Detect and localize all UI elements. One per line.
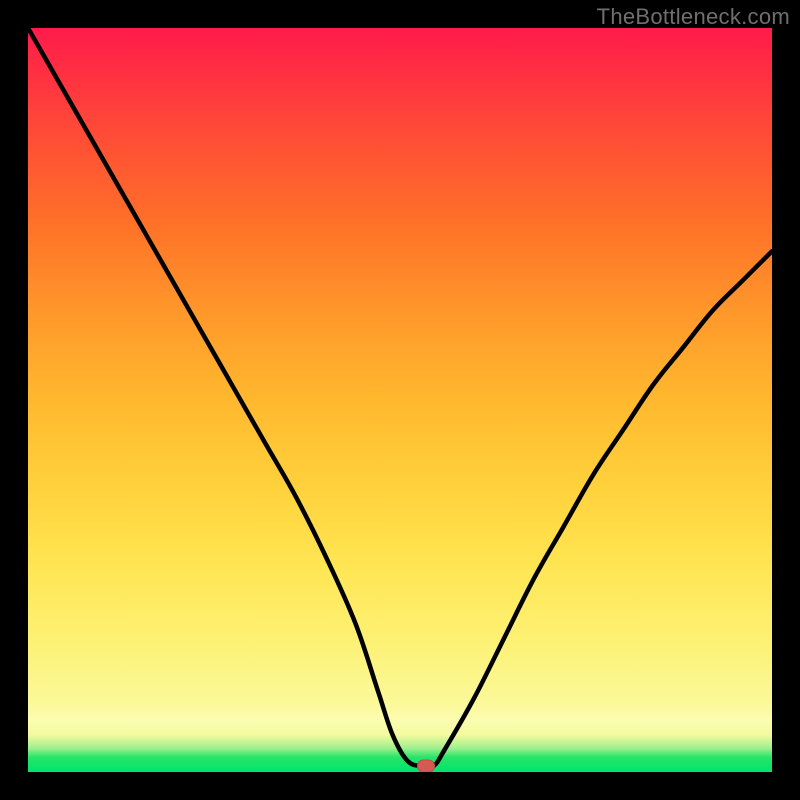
watermark-label: TheBottleneck.com (597, 4, 790, 30)
plot-area (28, 28, 772, 772)
chart-frame: TheBottleneck.com (0, 0, 800, 800)
bottleneck-curve (28, 28, 772, 772)
optimal-point-marker (417, 760, 435, 772)
